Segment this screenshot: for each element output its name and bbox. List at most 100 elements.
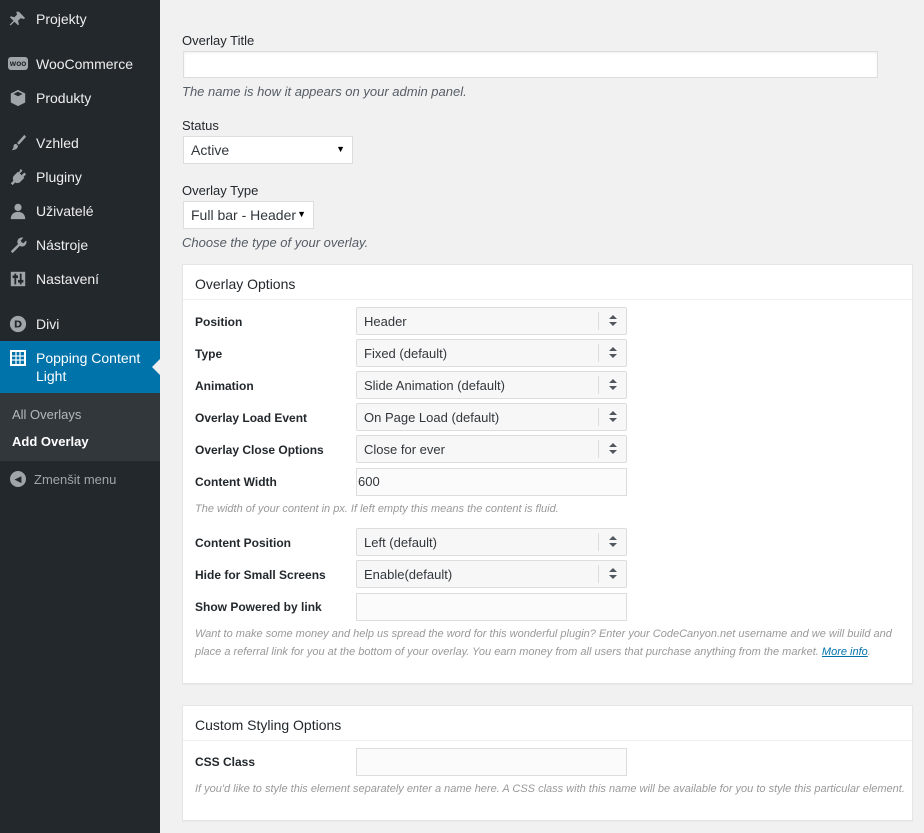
submenu-item-add-overlay[interactable]: Add Overlay — [12, 434, 89, 449]
position-select-value: Header — [364, 314, 407, 329]
overlay-title-description: The name is how it appears on your admin… — [182, 84, 467, 99]
sidebar-item-label: Pluginy — [36, 169, 82, 185]
powered-by-description-text: Want to make some money and help us spre… — [195, 628, 892, 658]
updown-arrows-icon — [608, 344, 618, 362]
updown-arrows-icon — [608, 440, 618, 458]
position-label: Position — [195, 315, 243, 329]
powered-by-description: Want to make some money and help us spre… — [195, 625, 895, 661]
overlay-type-label: Overlay Type — [182, 183, 259, 198]
grid-icon — [8, 348, 28, 368]
admin-sidebar: Projekty WOO WooCommerce Produkty Vzhled… — [0, 0, 160, 833]
dropdown-arrow-icon: ▼ — [336, 144, 345, 154]
settings-sliders-icon — [8, 269, 28, 289]
sidebar-item-label: Nastavení — [36, 271, 100, 287]
updown-arrows-icon — [608, 533, 618, 551]
select-divider — [598, 533, 599, 551]
type-label: Type — [195, 347, 223, 361]
svg-text:WOO: WOO — [10, 61, 27, 68]
select-divider — [598, 408, 599, 426]
animation-label: Animation — [195, 379, 254, 393]
updown-arrows-icon — [608, 312, 618, 330]
load-event-select[interactable]: On Page Load (default) — [356, 403, 627, 431]
select-divider — [598, 376, 599, 394]
css-class-label: CSS Class — [195, 755, 256, 769]
content-width-input[interactable]: 600 — [356, 468, 627, 496]
plug-icon — [8, 167, 28, 187]
svg-text:D: D — [14, 320, 22, 331]
sidebar-item-divi[interactable]: D Divi — [0, 313, 160, 335]
overlay-options-title: Overlay Options — [195, 276, 296, 292]
close-options-select-value: Close for ever — [364, 442, 445, 457]
css-class-description: If you'd like to style this element sepa… — [195, 783, 905, 795]
custom-styling-title: Custom Styling Options — [195, 717, 342, 733]
box-icon — [8, 88, 28, 108]
overlay-title-input[interactable] — [183, 51, 878, 78]
type-select-value: Fixed (default) — [364, 346, 448, 361]
divi-icon: D — [8, 314, 28, 334]
css-class-input[interactable] — [356, 748, 627, 776]
select-divider — [598, 565, 599, 583]
close-options-label: Overlay Close Options — [195, 443, 324, 457]
custom-styling-header: Custom Styling Options — [183, 706, 912, 741]
updown-arrows-icon — [608, 565, 618, 583]
sidebar-submenu: All Overlays Add Overlay — [0, 393, 160, 461]
sidebar-item-label: Nástroje — [36, 237, 89, 253]
hide-small-screens-select-value: Enable(default) — [364, 567, 453, 582]
hide-small-screens-select[interactable]: Enable(default) — [356, 560, 627, 588]
updown-arrows-icon — [608, 376, 618, 394]
select-divider — [598, 344, 599, 362]
overlay-title-label: Overlay Title — [182, 33, 255, 48]
sidebar-item-label: Projekty — [36, 11, 87, 27]
overlay-options-header: Overlay Options — [183, 265, 912, 300]
sidebar-item-label: Popping Content Light — [36, 350, 141, 384]
content-position-select-value: Left (default) — [364, 535, 437, 550]
wrench-icon — [8, 235, 28, 255]
sidebar-item-uzivatele[interactable]: Uživatelé — [0, 200, 160, 222]
submenu-item-all-overlays[interactable]: All Overlays — [12, 407, 81, 422]
woocommerce-icon: WOO — [8, 54, 28, 74]
collapse-menu-button[interactable]: ◀ Zmenšit menu — [10, 471, 116, 487]
content-width-description: The width of your content in px. If left… — [195, 503, 559, 515]
sidebar-item-label: Divi — [36, 316, 60, 332]
sidebar-item-popping-content-light[interactable]: Popping Content Light — [0, 341, 160, 393]
sidebar-item-label: WooCommerce — [36, 56, 133, 72]
user-icon — [8, 201, 28, 221]
collapse-arrow-icon: ◀ — [10, 471, 26, 487]
content-width-label: Content Width — [195, 475, 277, 489]
status-select[interactable]: Active ▼ — [183, 136, 353, 164]
hide-small-screens-label: Hide for Small Screens — [195, 568, 326, 582]
status-label: Status — [182, 118, 219, 133]
close-options-select[interactable]: Close for ever — [356, 435, 627, 463]
more-info-link[interactable]: More info — [822, 646, 868, 658]
powered-by-label: Show Powered by link — [195, 600, 322, 614]
sidebar-item-pluginy[interactable]: Pluginy — [0, 166, 160, 188]
sidebar-item-vzhled[interactable]: Vzhled — [0, 132, 160, 154]
sidebar-item-woocommerce[interactable]: WOO WooCommerce — [0, 53, 160, 75]
updown-arrows-icon — [608, 408, 618, 426]
sidebar-item-nastroje[interactable]: Nástroje — [0, 234, 160, 256]
sidebar-item-label: Produkty — [36, 90, 92, 106]
sidebar-item-projekty[interactable]: Projekty — [0, 8, 160, 30]
select-divider — [598, 312, 599, 330]
sidebar-item-nastaveni[interactable]: Nastavení — [0, 268, 160, 290]
position-select[interactable]: Header — [356, 307, 627, 335]
powered-by-input[interactable] — [356, 593, 627, 621]
sidebar-item-label: Uživatelé — [36, 203, 94, 219]
sidebar-item-produkty[interactable]: Produkty — [0, 87, 160, 109]
type-select[interactable]: Fixed (default) — [356, 339, 627, 367]
status-select-value: Active — [191, 142, 230, 158]
dropdown-arrow-icon: ▼ — [297, 209, 306, 219]
powered-by-description-end: . — [867, 646, 871, 658]
sidebar-item-label: Vzhled — [36, 135, 79, 151]
content-position-select[interactable]: Left (default) — [356, 528, 627, 556]
overlay-type-select[interactable]: Full bar - Header ▼ — [183, 201, 314, 229]
select-divider — [598, 440, 599, 458]
load-event-select-value: On Page Load (default) — [364, 410, 500, 425]
collapse-menu-label: Zmenšit menu — [34, 471, 117, 487]
overlay-type-description: Choose the type of your overlay. — [182, 235, 369, 250]
animation-select-value: Slide Animation (default) — [364, 378, 505, 393]
load-event-label: Overlay Load Event — [195, 411, 308, 425]
animation-select[interactable]: Slide Animation (default) — [356, 371, 627, 399]
paintbrush-icon — [8, 133, 28, 153]
content-position-label: Content Position — [195, 536, 291, 550]
